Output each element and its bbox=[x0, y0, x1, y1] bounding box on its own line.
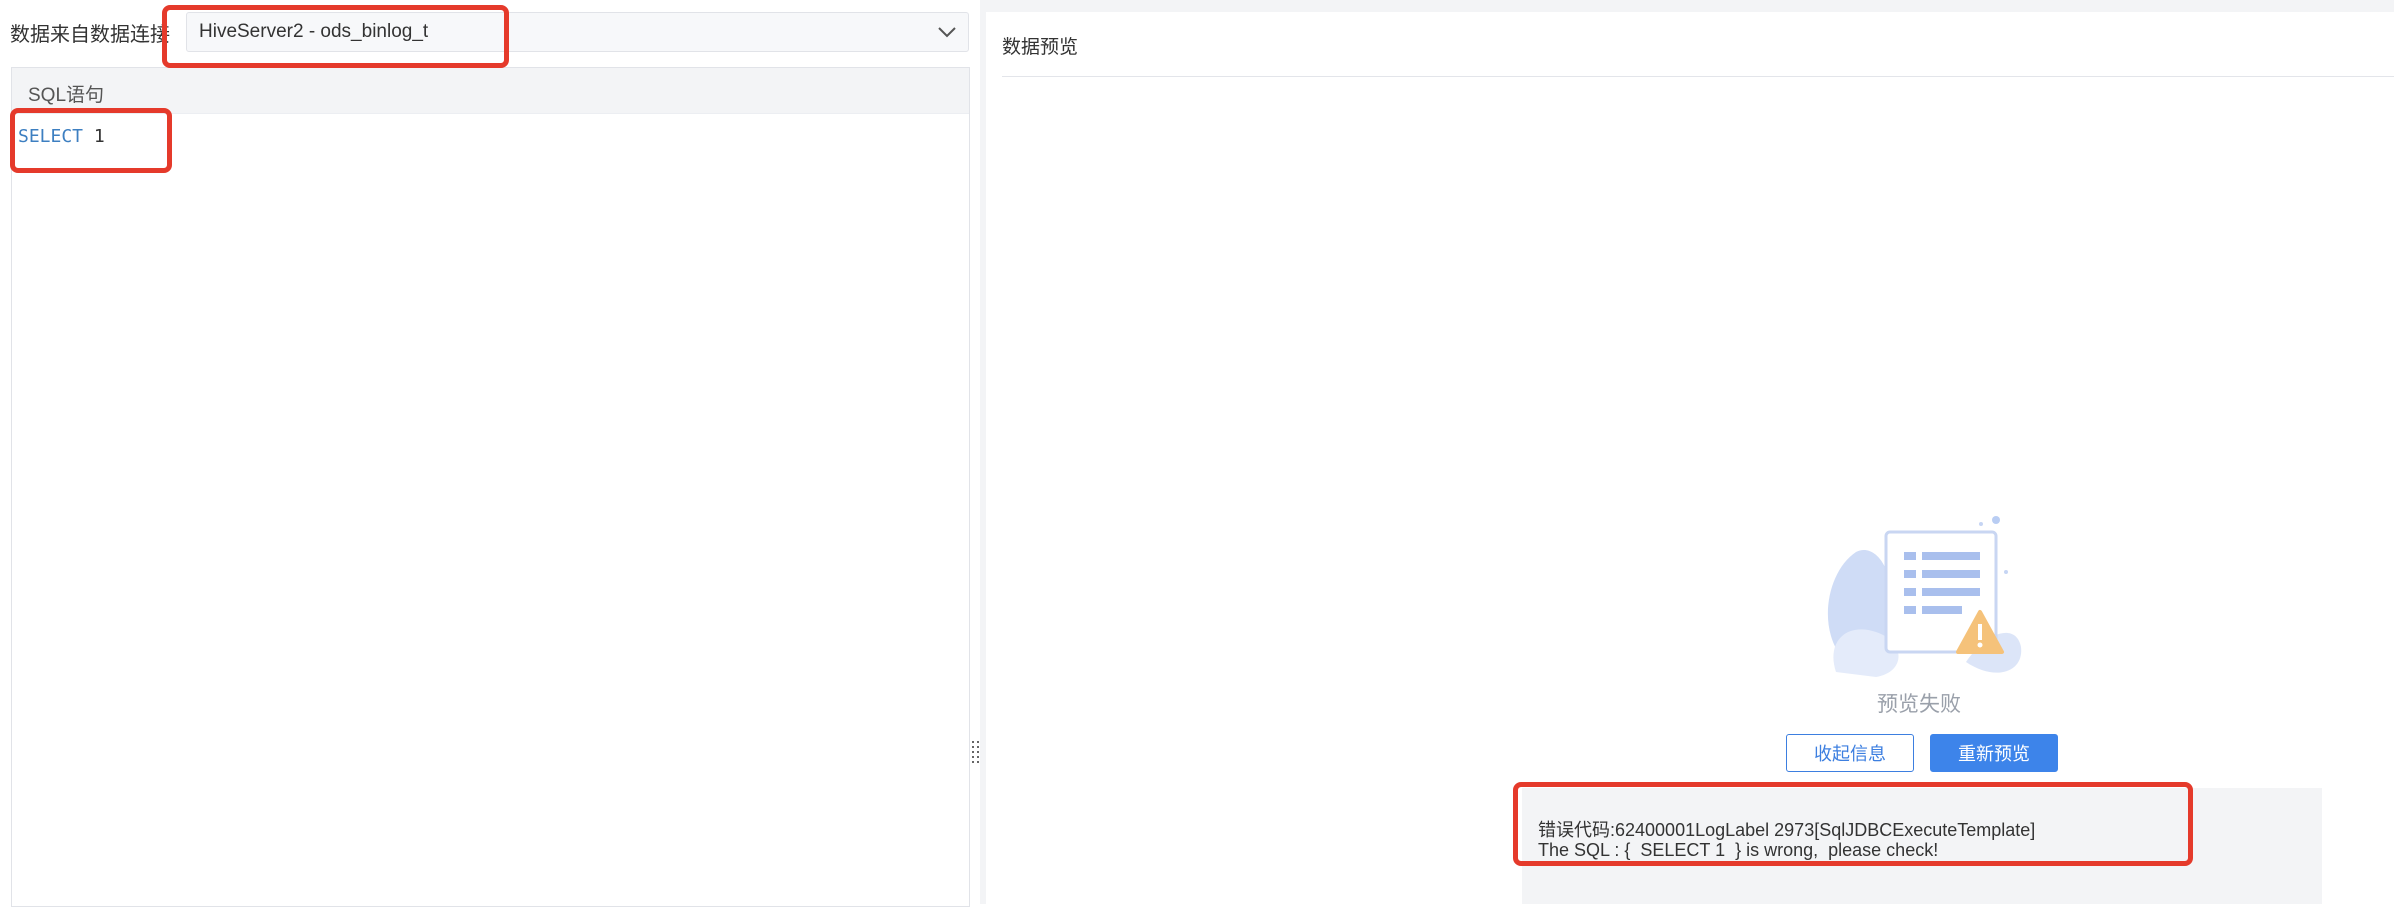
sql-code[interactable]: SELECT 1 bbox=[18, 126, 105, 147]
resize-handle[interactable] bbox=[971, 741, 981, 763]
preview-failed-illustration bbox=[1827, 516, 2022, 677]
connection-select[interactable]: HiveServer2 - ods_binlog_t bbox=[186, 12, 969, 52]
data-preview-panel: 数据预览 预览失败 收起信息 重新预览 错误代码:62400001LogLabe… bbox=[986, 12, 2394, 904]
sql-header: SQL语句 bbox=[12, 68, 969, 114]
divider bbox=[1002, 76, 2394, 77]
sql-keyword: SELECT bbox=[18, 126, 84, 147]
connection-select-value: HiveServer2 - ods_binlog_t bbox=[199, 21, 429, 42]
chevron-down-icon bbox=[938, 27, 956, 38]
error-code-line: 错误代码:62400001LogLabel 2973[SqlJDBCExecut… bbox=[1538, 820, 2036, 840]
error-message-box: 错误代码:62400001LogLabel 2973[SqlJDBCExecut… bbox=[1522, 788, 2322, 904]
sql-value: 1 bbox=[83, 126, 105, 147]
top-strip bbox=[986, 0, 2394, 12]
error-detail-line: The SQL : { SELECT 1 } is wrong, please … bbox=[1538, 840, 1939, 860]
connection-label: 数据来自数据连接 bbox=[10, 24, 170, 46]
sql-editor-panel: 数据来自数据连接 HiveServer2 - ods_binlog_t SQL语… bbox=[0, 0, 981, 907]
preview-title: 数据预览 bbox=[1002, 37, 1079, 58]
retry-preview-button[interactable]: 重新预览 bbox=[1930, 734, 2058, 772]
sql-editor[interactable]: SQL语句 SELECT 1 bbox=[11, 67, 970, 907]
collapse-info-button[interactable]: 收起信息 bbox=[1786, 734, 1914, 772]
preview-failed-text: 预览失败 bbox=[1877, 693, 1961, 716]
